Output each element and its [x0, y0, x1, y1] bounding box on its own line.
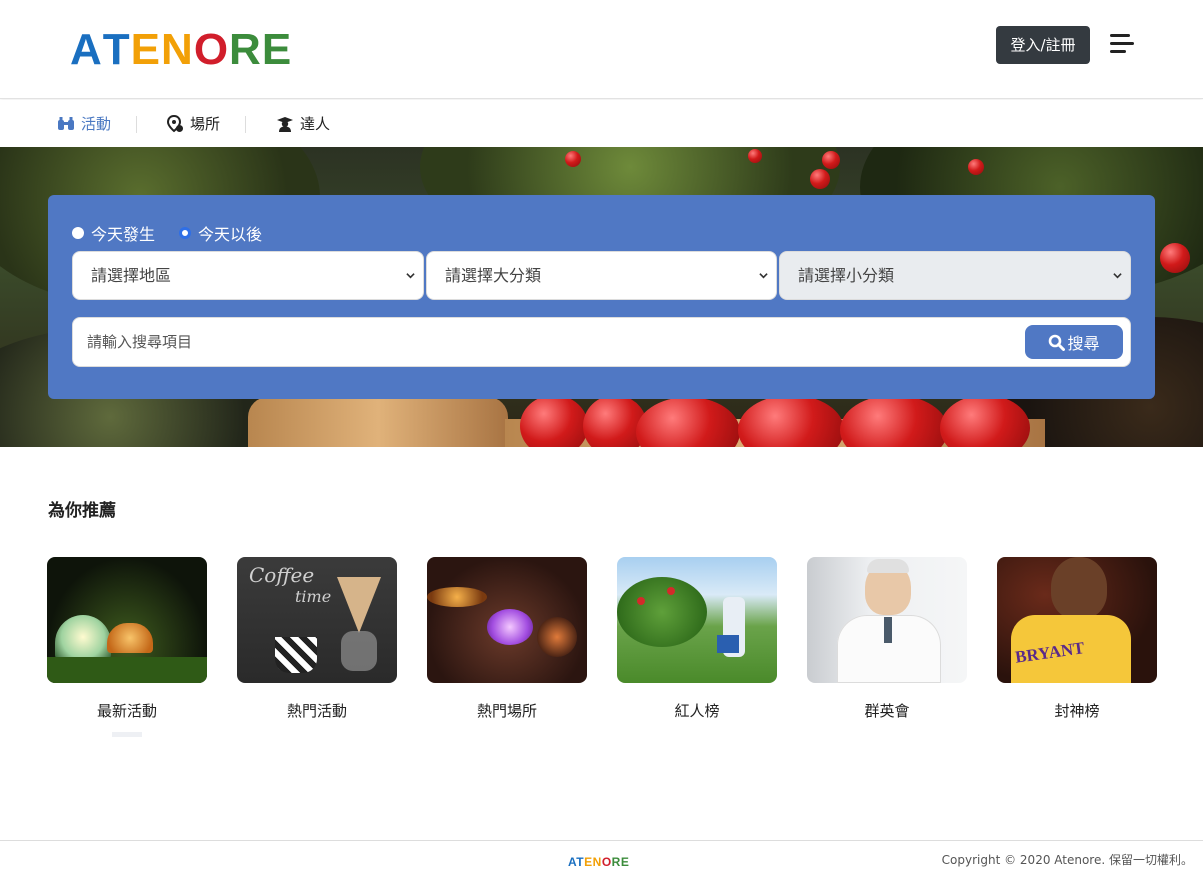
- binoculars-icon: [58, 116, 74, 130]
- logo-letter: O: [193, 25, 230, 74]
- tab-label: 場所: [190, 115, 221, 133]
- section-title: 為你推薦: [48, 501, 116, 521]
- region-select-value: 請選擇地區: [91, 266, 172, 285]
- logo-letter: O: [601, 855, 612, 869]
- logo-letter: R: [229, 25, 262, 74]
- apple: [810, 169, 830, 189]
- minor-category-select-value: 請選擇小分類: [798, 266, 895, 285]
- apple: [636, 397, 740, 447]
- doctor-image: [807, 557, 967, 683]
- card-label: 熱門活動: [286, 702, 347, 720]
- radio-unchecked-icon: [72, 227, 84, 239]
- radio-after-today[interactable]: 今天以後: [179, 221, 262, 245]
- card-label: 紅人榜: [674, 702, 720, 720]
- logo-letter: R: [611, 855, 621, 869]
- recommend-card-elites[interactable]: 群英會: [807, 557, 967, 721]
- logo-letter: N: [161, 25, 194, 74]
- logo-letter: E: [130, 25, 162, 74]
- copyright-text: Copyright © 2020 Atenore. 保留一切權利。: [941, 853, 1193, 867]
- tab-divider: [136, 116, 137, 133]
- tab-label: 達人: [300, 115, 331, 133]
- search-panel: 今天發生 今天以後 請選擇地區 請選擇大分類 請選擇小分類 搜尋: [48, 195, 1155, 399]
- tab-experts[interactable]: 達人: [276, 100, 330, 147]
- camping-image: [47, 557, 207, 683]
- bar-venue-image: [427, 557, 587, 683]
- apple: [840, 395, 948, 447]
- chevron-down-icon: [406, 273, 415, 279]
- major-category-select[interactable]: 請選擇大分類: [426, 251, 777, 300]
- login-register-button[interactable]: 登入/註冊: [996, 26, 1090, 64]
- tab-divider: [245, 116, 246, 133]
- radio-today[interactable]: 今天發生: [72, 221, 155, 245]
- location-pin-icon: [166, 114, 183, 132]
- region-select[interactable]: 請選擇地區: [72, 251, 424, 300]
- radio-label: 今天發生: [91, 225, 156, 244]
- search-input[interactable]: [87, 318, 1007, 366]
- site-header: ATENORE 登入/註冊: [0, 0, 1203, 99]
- basketball-player-image: BRYANT: [997, 557, 1157, 683]
- card-label: 最新活動: [96, 702, 157, 720]
- orchard-image: [617, 557, 777, 683]
- search-button[interactable]: 搜尋: [1025, 325, 1123, 359]
- search-box: 搜尋: [72, 317, 1131, 367]
- card-label: 封神榜: [1054, 702, 1100, 720]
- logo-letter: E: [584, 855, 593, 869]
- wooden-barrel: [248, 397, 508, 447]
- radio-label: 今天以後: [198, 225, 263, 244]
- major-category-select-value: 請選擇大分類: [445, 266, 542, 285]
- logo-letter: A: [70, 25, 103, 74]
- apple: [822, 151, 840, 169]
- apple: [738, 395, 844, 447]
- search-icon: [1049, 334, 1066, 351]
- chevron-down-icon: [1113, 273, 1122, 279]
- logo-letter: E: [261, 25, 293, 74]
- date-filter-radios: 今天發生 今天以後: [72, 221, 286, 245]
- apple: [520, 395, 588, 447]
- logo-letter: T: [576, 855, 585, 869]
- tab-label: 活動: [81, 115, 112, 133]
- carousel-indicator[interactable]: [112, 732, 142, 737]
- radio-checked-icon: [179, 227, 192, 239]
- apple: [1160, 243, 1190, 273]
- card-label: 熱門場所: [476, 702, 537, 720]
- chevron-down-icon: [759, 273, 768, 279]
- recommend-card-influencers[interactable]: 紅人榜: [617, 557, 777, 721]
- card-label: 群英會: [864, 702, 910, 720]
- logo-letter: N: [592, 855, 602, 869]
- tab-activities[interactable]: 活動: [57, 100, 111, 147]
- site-footer: ATENORE Copyright © 2020 Atenore. 保留一切權利…: [0, 840, 1203, 881]
- apple: [748, 149, 762, 163]
- recommend-card-latest-activities[interactable]: 最新活動: [47, 557, 207, 721]
- search-button-label: 搜尋: [1067, 334, 1100, 353]
- hamburger-menu-icon[interactable]: [1110, 34, 1134, 54]
- coffee-image: Coffee time: [237, 557, 397, 683]
- apple: [565, 151, 581, 167]
- category-tabs: 活動 場所 達人: [0, 100, 1203, 147]
- tab-venues[interactable]: 場所: [166, 100, 220, 147]
- apple: [968, 159, 984, 175]
- graduate-icon: [277, 116, 293, 132]
- logo-letter: E: [620, 855, 630, 869]
- logo-letter: T: [102, 25, 131, 74]
- recommend-card-hall-of-fame[interactable]: BRYANT 封神榜: [997, 557, 1157, 721]
- footer-atenore-logo[interactable]: ATENORE: [568, 855, 629, 869]
- recommend-card-hot-activities[interactable]: Coffee time 熱門活動: [237, 557, 397, 721]
- recommend-card-hot-venues[interactable]: 熱門場所: [427, 557, 587, 721]
- atenore-logo[interactable]: ATENORE: [70, 28, 292, 72]
- minor-category-select[interactable]: 請選擇小分類: [779, 251, 1131, 300]
